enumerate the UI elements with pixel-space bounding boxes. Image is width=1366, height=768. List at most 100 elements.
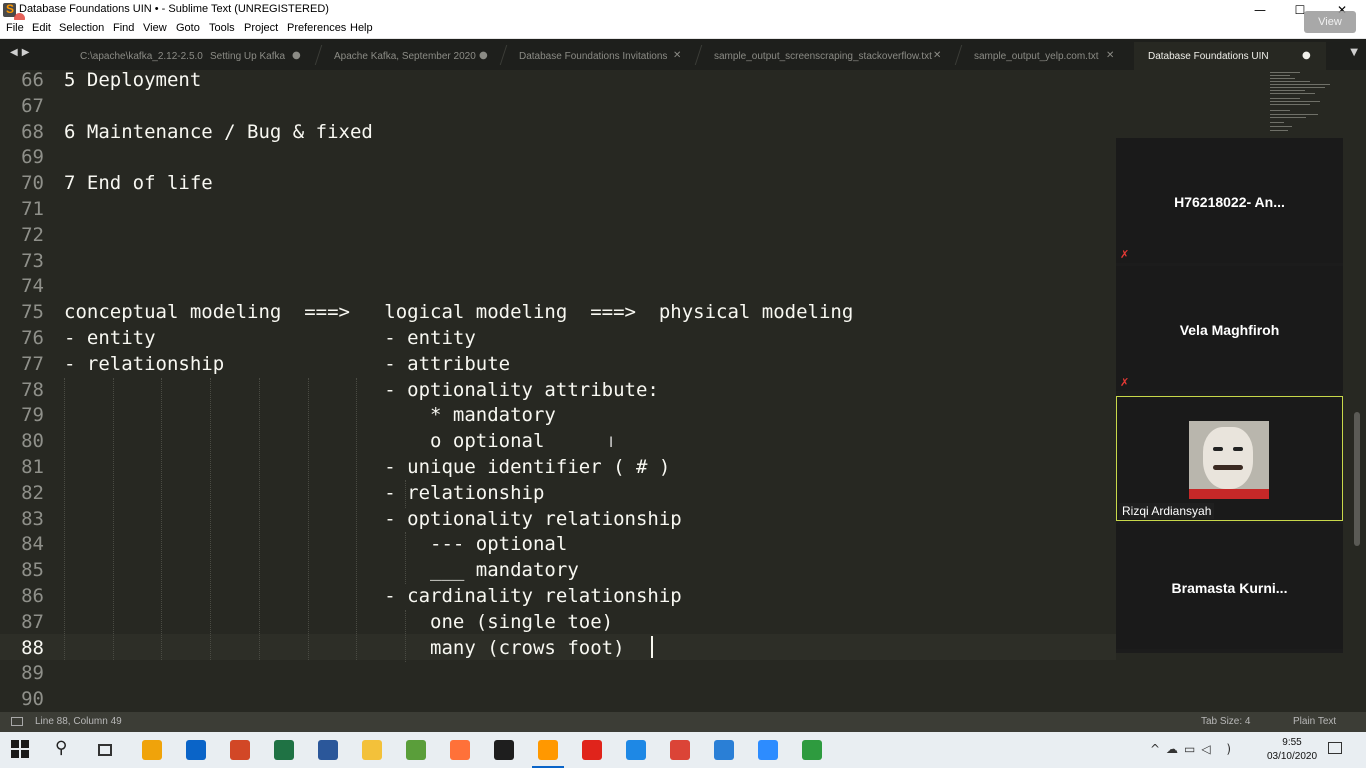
excel-icon[interactable] [274, 740, 294, 760]
indent-guide [113, 378, 114, 660]
file-explorer-icon[interactable] [362, 740, 382, 760]
remote-desktop-icon[interactable] [714, 740, 734, 760]
code-line[interactable]: - relationship - attribute [64, 352, 510, 378]
tab-divider [694, 45, 703, 65]
close-tab-icon[interactable]: ✕ [1106, 50, 1114, 61]
menu-bar: File Edit Selection Find View Goto Tools… [0, 20, 1366, 39]
tab-label: C:\apache\kafka_2.12-2.5.0 [80, 51, 203, 62]
line-number: 74 [21, 275, 44, 298]
code-line[interactable]: - entity - entity [64, 326, 476, 352]
windows-start-icon[interactable] [11, 740, 31, 760]
line-number: 85 [21, 559, 44, 582]
code-line[interactable]: * mandatory [64, 403, 556, 429]
edge-icon[interactable] [626, 740, 646, 760]
line-number: 88 [21, 636, 44, 659]
menu-tools[interactable]: Tools [209, 22, 235, 34]
minimize-button[interactable]: — [1240, 0, 1280, 20]
tab-overflow-icon[interactable]: ▼ [1350, 47, 1358, 58]
powerpoint-icon[interactable] [230, 740, 250, 760]
menu-goto[interactable]: Goto [176, 22, 200, 34]
menu-edit[interactable]: Edit [32, 22, 51, 34]
tab-nav-arrows-icon[interactable]: ◀▶ [10, 47, 33, 58]
code-line[interactable]: - cardinality relationship [64, 584, 681, 610]
mail-icon[interactable] [186, 740, 206, 760]
zoom-icon[interactable] [758, 740, 778, 760]
menu-project[interactable]: Project [244, 22, 278, 34]
close-tab-icon[interactable]: ✕ [933, 50, 941, 61]
code-line[interactable]: 6 Maintenance / Bug & fixed [64, 120, 373, 146]
tab-apache-kafka-sept[interactable]: Apache Kafka, September 2020 ● [334, 42, 494, 70]
notification-center-icon[interactable] [1328, 742, 1342, 754]
minimap-line [1270, 72, 1300, 73]
code-line[interactable]: 7 End of life [64, 171, 213, 197]
code-line[interactable]: one (single toe) [64, 610, 613, 636]
tab-stackoverflow-output[interactable]: sample_output_screenscraping_stackoverfl… [714, 42, 946, 70]
tab-db-foundations-uin[interactable]: Database Foundations UIN ● [1134, 42, 1326, 70]
code-line[interactable]: conceptual modeling ===> logical modelin… [64, 300, 853, 326]
menu-preferences[interactable]: Preferences [287, 22, 346, 34]
menu-file[interactable]: File [6, 22, 24, 34]
word-icon[interactable] [318, 740, 338, 760]
participant-tile[interactable]: H76218022- An... ✗ [1116, 138, 1343, 263]
syntax-selector[interactable]: Plain Text [1293, 716, 1336, 727]
tab-bar: ◀▶ C:\apache\kafka_2.12-2.5.0 Setting Up… [0, 39, 1366, 70]
menu-find[interactable]: Find [113, 22, 134, 34]
minimap-line [1270, 122, 1284, 123]
system-tray-icons[interactable]: ^☁▭◁ ) [1150, 742, 1237, 756]
zoom-view-button[interactable]: View [1304, 11, 1356, 33]
tab-setting-up-kafka[interactable]: Setting Up Kafka ● [210, 42, 310, 70]
editor-area[interactable]: 66 67 68 69 70 71 72 73 74 75 76 77 78 79 80 81 82 83 84 85… [0, 70, 1116, 712]
tab-yelp-output[interactable]: sample_output_yelp.com.txt ✕ [974, 42, 1122, 70]
line-number: 77 [21, 352, 44, 375]
line-number: 70 [21, 172, 44, 195]
menu-selection[interactable]: Selection [59, 22, 104, 34]
panel-toggle-icon[interactable] [11, 717, 23, 726]
acrobat-icon[interactable] [582, 740, 602, 760]
store-icon[interactable] [142, 740, 162, 760]
indent-guide [405, 532, 406, 584]
code-line[interactable]: - unique identifier ( # ) [64, 455, 670, 481]
sublime-text-icon[interactable] [532, 740, 564, 768]
minimap-line [1270, 75, 1290, 76]
unsaved-dot-icon[interactable]: ● [292, 50, 301, 61]
code-line[interactable]: - optionality attribute: [64, 378, 659, 404]
indent-guide [210, 378, 211, 660]
participant-video-tile[interactable]: Rizqi Ardiansyah [1116, 396, 1343, 521]
participant-name: Bramasta Kurni... [1171, 580, 1288, 596]
green-app-icon[interactable] [802, 740, 822, 760]
participant-tile[interactable]: Bramasta Kurni... [1116, 524, 1343, 649]
firefox-icon[interactable] [450, 740, 470, 760]
line-number: 73 [21, 249, 44, 272]
line-number: 78 [21, 378, 44, 401]
minimap-line [1270, 87, 1325, 88]
unsaved-dot-icon[interactable]: ● [479, 50, 488, 61]
line-number: 84 [21, 533, 44, 556]
code-line[interactable]: ___ mandatory [64, 558, 579, 584]
terminal-icon[interactable] [494, 740, 514, 760]
ibeam-cursor-icon: I [609, 435, 614, 451]
minimap-line [1270, 98, 1300, 99]
search-icon[interactable]: ⚲ [55, 738, 75, 758]
tab-size-selector[interactable]: Tab Size: 4 [1201, 716, 1250, 727]
code-line[interactable]: - optionality relationship [64, 507, 681, 533]
image-app-icon[interactable] [406, 740, 426, 760]
tab-kafka-folder[interactable]: C:\apache\kafka_2.12-2.5.0 [80, 42, 204, 70]
code-line[interactable]: 5 Deployment [64, 70, 201, 94]
close-tab-icon[interactable]: ✕ [673, 50, 681, 61]
code-line[interactable]: many (crows foot) [64, 636, 624, 662]
code-line[interactable]: o optional [64, 429, 544, 455]
vertical-scrollbar[interactable] [1354, 412, 1360, 546]
tab-db-invitations[interactable]: Database Foundations Invitations ✕ [519, 42, 687, 70]
task-view-icon[interactable] [98, 744, 112, 756]
code-line[interactable]: --- optional [64, 532, 567, 558]
chrome-icon[interactable] [670, 740, 690, 760]
participant-tile[interactable]: Vela Maghfiroh ✗ [1116, 266, 1343, 391]
unsaved-dot-icon[interactable]: ● [1302, 50, 1311, 61]
line-number: 68 [21, 120, 44, 143]
code-line[interactable]: - relationship [64, 481, 544, 507]
menu-view[interactable]: View [143, 22, 167, 34]
line-number: 83 [21, 507, 44, 530]
taskbar-clock[interactable]: 9:55 03/10/2020 [1252, 736, 1332, 764]
menu-help[interactable]: Help [350, 22, 373, 34]
line-number: 86 [21, 585, 44, 607]
